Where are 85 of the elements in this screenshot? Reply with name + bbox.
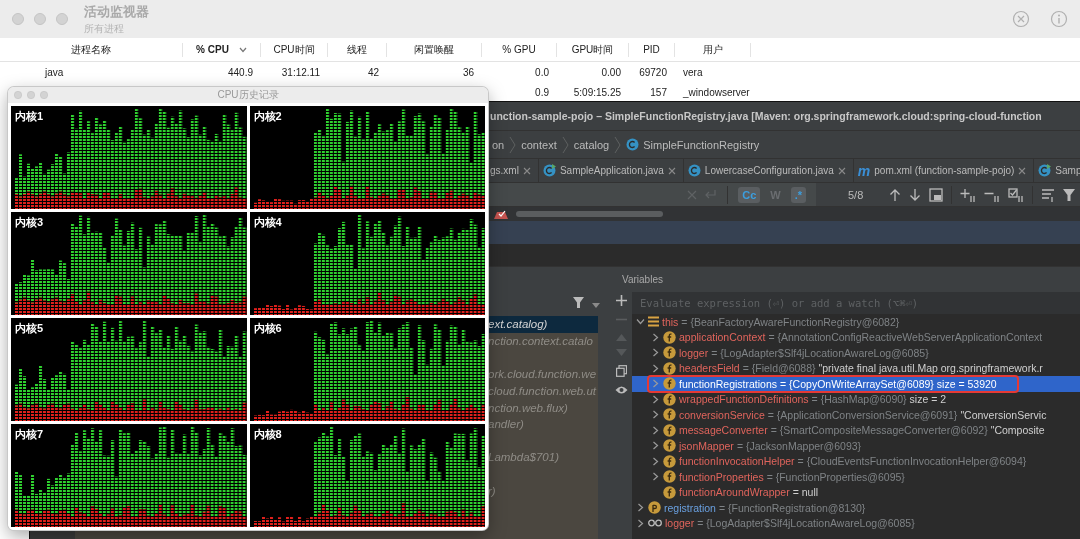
variable-row[interactable]: applicationContext = {AnnotationConfigReactiveWebServerApplicationContext <box>632 329 1080 345</box>
eye-icon[interactable] <box>614 385 628 395</box>
table-cell-text: 157 <box>649 86 668 98</box>
variable-row[interactable]: functionRegistrations = {CopyOnWriteArraySet@6089} size = 53920 <box>632 376 1080 392</box>
dropdown-caret-icon[interactable] <box>592 303 600 308</box>
column-header[interactable]: GPU时间 <box>557 42 629 57</box>
maven-icon: m <box>857 162 871 179</box>
core-label: 内核7 <box>15 427 44 442</box>
variable-row[interactable]: functionAroundWrapper = null <box>632 484 1080 500</box>
variable-row[interactable]: conversionService = {ApplicationConversionService@6091} "ConversionServic <box>632 407 1080 423</box>
column-header[interactable]: 用户 <box>675 42 751 57</box>
runnable-class-icon <box>1038 164 1052 177</box>
column-header[interactable]: % CPU <box>183 42 261 57</box>
stack-frame[interactable]: ext.catalog) <box>488 316 598 333</box>
filter-icon[interactable] <box>1063 188 1076 201</box>
class-icon <box>687 164 701 177</box>
editor-tab[interactable]: pom.xml (function-sample-pojo) <box>874 165 1015 176</box>
close-icon[interactable] <box>522 166 531 175</box>
column-header[interactable]: 线程 <box>328 42 387 57</box>
window-title: CPU历史记录 <box>217 89 279 100</box>
editor-tab[interactable]: SampleApplication.java <box>559 165 664 176</box>
window-title: unction-sample-pojo – SimpleFunctionRegistry.java [Maven: org.springframework.cloud:spring-cloud-function <box>490 110 1042 122</box>
runnable-class-icon <box>542 164 556 177</box>
table-cell-text: 42 <box>366 66 380 78</box>
chevron-icon <box>509 136 517 153</box>
breadcrumb-item[interactable]: catalog <box>573 138 610 151</box>
variable-row[interactable]: functionProperties = {FunctionProperties@6095} <box>632 469 1080 485</box>
arrow-down-icon[interactable] <box>909 187 922 202</box>
table-cell-text: _windowserver <box>682 86 751 98</box>
table-cell-text: java <box>43 66 65 78</box>
add-occurrence-icon[interactable] <box>960 187 977 202</box>
core-label: 内核3 <box>15 215 44 230</box>
arrow-up-icon[interactable] <box>889 187 902 202</box>
copy-icon[interactable] <box>615 365 627 377</box>
table-cell-text: vera <box>682 66 704 78</box>
chevron-icon <box>614 136 622 153</box>
table-cell-text: 440.9 <box>226 66 254 78</box>
column-header[interactable]: % GPU <box>482 42 557 57</box>
variable-row[interactable]: functionInvocationHelper = {CloudEventsFunctionInvocationHelper@6094} <box>632 453 1080 469</box>
table-cell-text: 69720 <box>638 66 668 78</box>
select-all-icon[interactable] <box>1008 187 1025 202</box>
table-cell-text: 36 <box>461 66 475 78</box>
variable-row[interactable]: messageConverter = {SmartCompositeMessageConverter@6092} "Composite <box>632 422 1080 438</box>
variable-row[interactable]: jsonMapper = {JacksonMapper@6093} <box>632 438 1080 454</box>
column-header[interactable]: CPU时间 <box>261 42 328 57</box>
add-icon[interactable] <box>615 295 627 306</box>
close-icon[interactable] <box>1018 166 1027 175</box>
match-count: 5/8 <box>848 188 864 201</box>
variable-row[interactable]: logger = {LogAdapter$Slf4jLocationAwareLog@6085} <box>632 345 1080 361</box>
chevron-icon <box>561 136 569 153</box>
filter-list-icon[interactable] <box>1041 187 1056 202</box>
core-label: 内核5 <box>15 321 44 336</box>
table-cell-text: 31:12.11 <box>280 66 321 78</box>
breadcrumb-item[interactable]: context <box>521 138 557 151</box>
scrollbar[interactable] <box>516 211 663 217</box>
core-label: 内核4 <box>253 215 282 230</box>
core-label: 内核1 <box>15 109 44 124</box>
column-header[interactable]: PID <box>629 42 675 57</box>
panel-title: Variables <box>622 274 663 285</box>
variable-row[interactable]: this = {BeanFactoryAwareFunctionRegistry@6082} <box>632 314 1080 330</box>
editor-tab[interactable]: gs.xml <box>490 165 519 176</box>
sort-caret-icon <box>238 46 247 53</box>
column-header[interactable]: 闲置唤醒 <box>387 42 482 57</box>
table-cell-text: 0.00 <box>600 66 622 78</box>
table-cell-text: 0.9 <box>534 86 550 98</box>
variable-row[interactable]: wrappedFunctionDefinitions = {HashMap@6090} size = 2 <box>632 391 1080 407</box>
breakpoint-icon <box>494 209 508 219</box>
window-icon[interactable] <box>929 187 944 202</box>
core-label: 内核6 <box>253 321 282 336</box>
window-title: 活动监视器 <box>84 2 150 21</box>
table-cell-text: 0.0 <box>534 66 550 78</box>
close-icon[interactable] <box>837 166 846 175</box>
table-cell-text: 5:09:15.25 <box>572 86 622 98</box>
breadcrumb-item[interactable]: SimpleFunctionRegistry <box>643 138 760 151</box>
variable-row[interactable]: registration = {FunctionRegistration@8130} <box>632 500 1080 516</box>
variable-row[interactable]: logger = {LogAdapter$Slf4jLocationAwareLog@6085} <box>632 515 1080 531</box>
variable-row[interactable]: headersField = {Field@6088} "private final java.util.Map org.springframework.r <box>632 360 1080 376</box>
editor-tab[interactable]: LowercaseConfiguration.java <box>704 165 834 176</box>
core-label: 内核2 <box>253 109 282 124</box>
class-icon <box>626 138 640 151</box>
column-header[interactable]: 进程名称 <box>0 42 183 57</box>
filter-icon[interactable] <box>573 297 584 308</box>
breadcrumb-item[interactable]: on <box>492 138 505 151</box>
close-icon[interactable] <box>667 166 676 175</box>
core-label: 内核8 <box>253 427 282 442</box>
